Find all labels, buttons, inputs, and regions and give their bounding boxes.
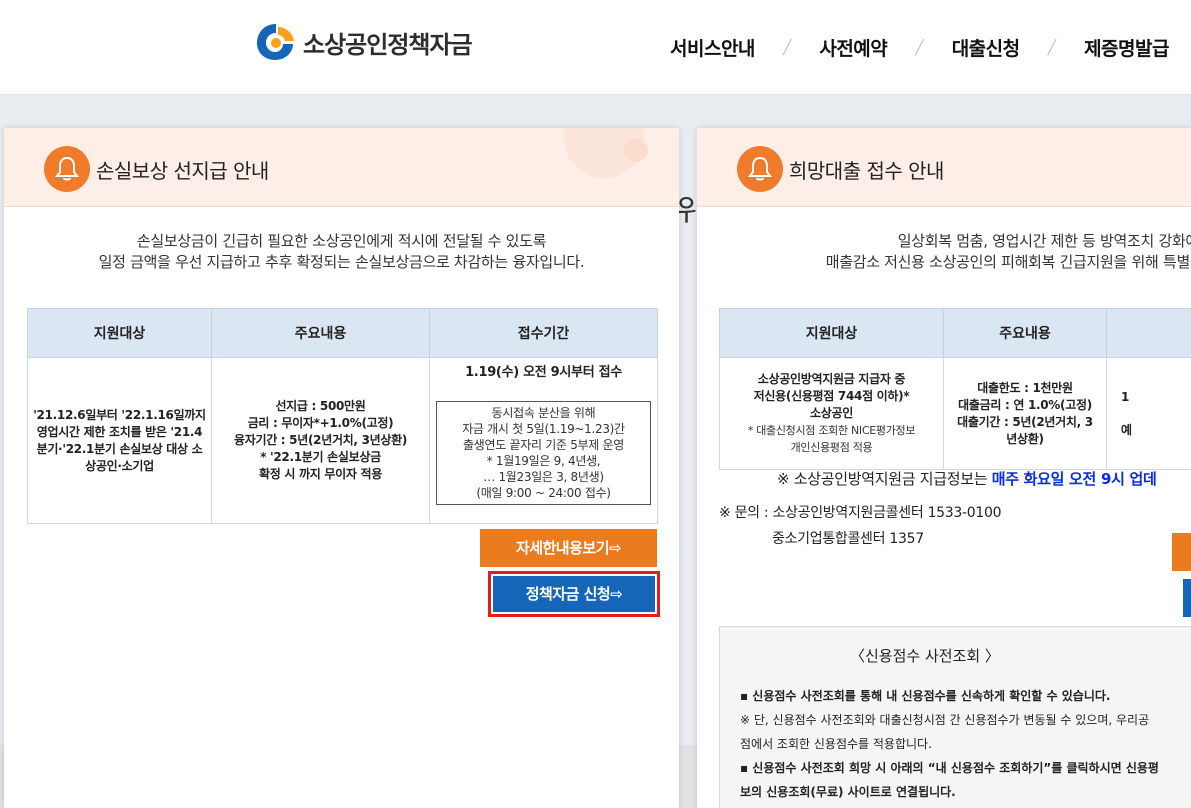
main-nav: 서비스안내 ╱ 사전예약 ╱ 대출신청 ╱ 제증명발급 [670, 34, 1169, 61]
notice-highlight: 매주 화요일 오전 9시 업데 [992, 470, 1157, 488]
contact-info: ※ 문의 : 소상공인방역지원금콜센터 1533-0100 중소기업통합콜센터 … [719, 500, 1001, 552]
credit-line: ▪ 신용점수 사전조회 희망 시 아래의 “내 신용점수 조회하기”를 클릭하시… [740, 756, 1191, 780]
nav-separator: ╱ [783, 40, 791, 56]
logo-text: 소상공인정책자금 [303, 25, 472, 60]
support-table: 지원대상 주요내용 소상공인방역지원금 지급자 중 저신용(신용평점 744점 … [719, 308, 1191, 470]
panel-intro: 손실보상금이 긴급히 필요한 소상공인에게 적시에 전달될 수 있도록 일정 금… [4, 231, 679, 273]
credit-box-body: ▪ 신용점수 사전조회를 통해 내 신용점수를 신속하게 확인할 수 있습니다.… [720, 684, 1191, 804]
content-line: 금리 : 무이자*+1.0%(고정) [213, 415, 428, 432]
period-fragment: 예 [1121, 422, 1191, 439]
site-header: 소상공인정책자금 서비스안내 ╱ 사전예약 ╱ 대출신청 ╱ 제증명발급 [0, 0, 1191, 95]
content-line: 대출금리 : 연 1.0%(고정) [945, 397, 1105, 414]
nav-service-guide[interactable]: 서비스안내 [670, 34, 755, 61]
notice-line: * 1월19일은 9, 4년생, [439, 453, 648, 469]
intro-line: 매출감소 저신용 소상공인의 피해회복 긴급지원을 위해 특별융자 [697, 252, 1191, 273]
content-line: 대출한도 : 1천만원 [945, 380, 1105, 397]
panel-title: 손실보상 선지급 안내 [96, 155, 269, 184]
bell-icon [44, 146, 90, 192]
content-line: 융자기간 : 5년(2년거치, 3년상환) [213, 432, 428, 449]
period-notice-box: 동시접속 분산을 위해 자금 개시 첫 5일(1.19~1.23)간 출생연도 … [436, 401, 651, 505]
view-details-button[interactable]: 자세한내용보기⇨ [480, 529, 657, 567]
intro-line: 일상회복 멈춤, 영업시간 제한 등 방역조치 강화에 따 [697, 231, 1191, 252]
intro-line: 일정 금액을 우선 지급하고 추후 확정되는 손실보상금으로 차감하는 융자입니… [4, 252, 679, 273]
target-note: * 대출신청시점 조회한 NICE평가정보 [721, 422, 942, 439]
content-line: 선지급 : 500만원 [213, 398, 428, 415]
panel-title: 희망대출 접수 안내 [789, 155, 944, 184]
hope-loan-panel: 희망대출 접수 안내 일상회복 멈춤, 영업시간 제한 등 방역조치 강화에 따… [697, 128, 1191, 808]
notice-line: ※ 소상공인방역지원금 지급정보는 매주 화요일 오전 9시 업데 [777, 468, 1157, 489]
credit-score-box: 〈신용점수 사전조회 〉 ▪ 신용점수 사전조회를 통해 내 신용점수를 신속하… [719, 626, 1191, 808]
credit-line: 보의 신용조회(무료) 사이트로 연결됩니다. [740, 780, 1191, 804]
notice-line: 출생연도 끝자리 기준 5부제 운영 [439, 437, 648, 453]
notice-line: 동시접속 분산을 위해 [439, 405, 648, 421]
table-header: 주요내용 [944, 309, 1107, 358]
nav-separator: ╱ [1048, 40, 1056, 56]
target-cell: 소상공인방역지원금 지급자 중 저신용(신용평점 744점 이하)* 소상공인 … [720, 358, 944, 470]
credit-box-title: 〈신용점수 사전조회 〉 [720, 645, 1191, 666]
content-line: 대출기간 : 5년(2년거치, 3 [945, 414, 1105, 431]
support-table: 지원대상 주요내용 접수기간 '21.12.6일부터 '22.1.16일까지 영… [27, 308, 658, 524]
credit-line: ▪ 신용점수 사전조회를 통해 내 신용점수를 신속하게 확인할 수 있습니다. [740, 684, 1191, 708]
apply-hope-loan-button[interactable] [1183, 579, 1191, 617]
period-cell: 1 예 [1107, 358, 1191, 470]
nav-certificate[interactable]: 제증명발급 [1084, 34, 1169, 61]
content-line: 확정 시 까지 무이자 적용 [213, 466, 428, 483]
content-cell: 선지급 : 500만원 금리 : 무이자*+1.0%(고정) 융자기간 : 5년… [212, 358, 430, 524]
nav-pre-reservation[interactable]: 사전예약 [819, 34, 887, 61]
target-line: 소상공인방역지원금 지급자 중 [721, 371, 942, 388]
credit-line: ※ 단, 신용점수 사전조회와 대출신청시점 간 신용점수가 변동될 수 있으며… [740, 708, 1191, 732]
table-header: 주요내용 [212, 309, 430, 358]
contact-line: 중소기업통합콜센터 1357 [719, 526, 1001, 552]
notice-prefix: ※ 소상공인방역지원금 지급정보는 [777, 470, 992, 488]
table-header: 지원대상 [28, 309, 212, 358]
decorative-circle [564, 128, 644, 178]
contact-line: ※ 문의 : 소상공인방역지원금콜센터 1533-0100 [719, 500, 1001, 526]
bell-icon [737, 146, 783, 192]
target-line: 저신용(신용평점 744점 이하)* [721, 388, 942, 405]
panel-header: 손실보상 선지급 안내 [4, 128, 679, 207]
table-header: 접수기간 [430, 309, 658, 358]
panel-intro: 일상회복 멈춤, 영업시간 제한 등 방역조치 강화에 따 매출감소 저신용 소… [697, 231, 1191, 273]
intro-line: 손실보상금이 긴급히 필요한 소상공인에게 적시에 전달될 수 있도록 [4, 231, 679, 252]
content-line: 년상환) [945, 431, 1105, 448]
content-line: * '22.1분기 손실보상금 [213, 449, 428, 466]
logo-emblem-icon [255, 22, 297, 62]
nav-separator: ╱ [915, 40, 923, 56]
target-note: 개인신용평점 적용 [721, 439, 942, 456]
notice-line: 자금 개시 첫 5일(1.19~1.23)간 [439, 421, 648, 437]
apply-policy-fund-button[interactable]: 정책자금 신청⇨ [493, 576, 655, 612]
notice-line: … 1월23일은 3, 8년생) [439, 469, 648, 485]
view-details-button[interactable] [1172, 533, 1191, 571]
period-cell: 1.19(수) 오전 9시부터 접수 동시접속 분산을 위해 자금 개시 첫 5… [430, 358, 658, 524]
notice-line: (매일 9:00 ~ 24:00 접수) [439, 485, 648, 501]
target-cell: '21.12.6일부터 '22.1.16일까지 영업시간 제한 조치를 받은 '… [28, 358, 212, 524]
target-line: 소상공인 [721, 405, 942, 422]
loss-compensation-panel: 손실보상 선지급 안내 손실보상금이 긴급히 필요한 소상공인에게 적시에 전달… [4, 128, 679, 808]
site-logo[interactable]: 소상공인정책자금 [255, 22, 472, 62]
credit-line: 점에서 조회한 신용점수를 적용합니다. [740, 732, 1191, 756]
panel-header: 희망대출 접수 안내 [697, 128, 1191, 207]
nav-loan-application[interactable]: 대출신청 [952, 34, 1020, 61]
period-start: 1.19(수) 오전 9시부터 접수 [431, 364, 656, 381]
content-cell: 대출한도 : 1천만원 대출금리 : 연 1.0%(고정) 대출기간 : 5년(… [944, 358, 1107, 470]
table-header: 지원대상 [720, 309, 944, 358]
table-header [1107, 309, 1191, 358]
period-fragment: 1 [1121, 389, 1191, 406]
